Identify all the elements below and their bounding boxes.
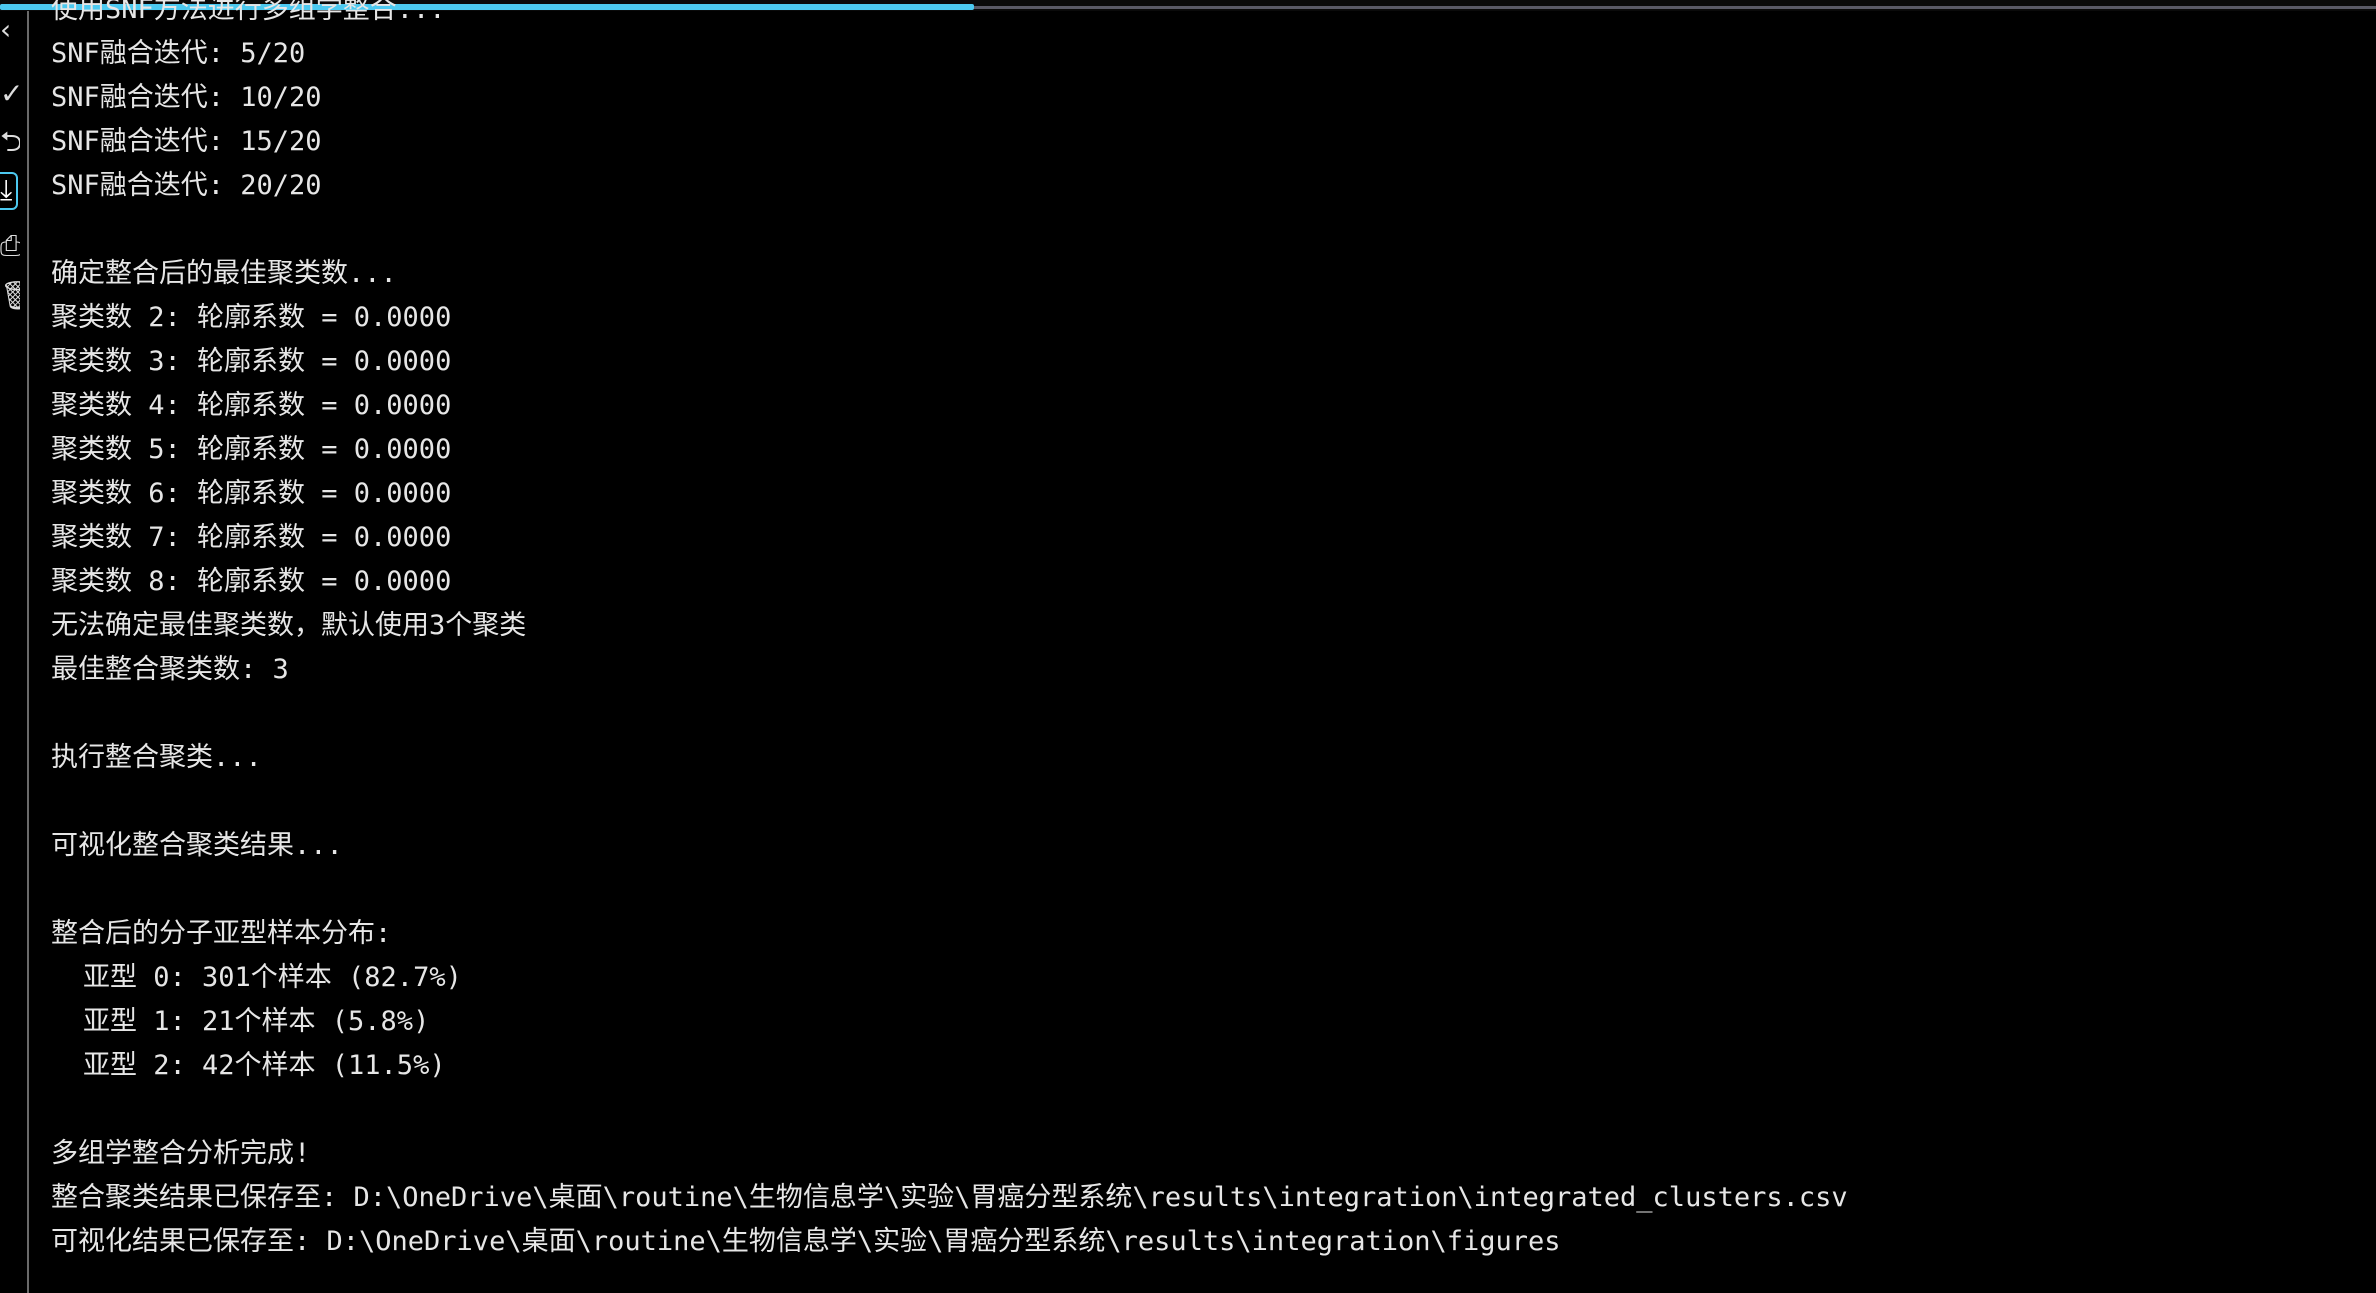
console-line: 亚型 1: 21个样本 (5.8%): [83, 1006, 430, 1037]
console-line: SNF融合迭代: 10/20: [51, 82, 322, 113]
console-line: 聚类数 6: 轮廓系数 = 0.0000: [51, 478, 452, 509]
console-line: 整合后的分子亚型样本分布:: [51, 918, 392, 949]
console-line: 整合聚类结果已保存至: D:\OneDrive\桌面\routine\生物信息学…: [51, 1182, 1848, 1213]
console-line: 聚类数 4: 轮廓系数 = 0.0000: [51, 390, 452, 421]
console-line: 无法确定最佳聚类数，默认使用3个聚类: [51, 610, 527, 641]
chevron-left-icon[interactable]: ‹: [0, 14, 20, 46]
console-line: 聚类数 8: 轮廓系数 = 0.0000: [51, 566, 452, 597]
toolbar-divider: [27, 11, 29, 1293]
trash-icon[interactable]: 🗑: [0, 280, 20, 312]
console-line: SNF融合迭代: 15/20: [51, 126, 322, 157]
console-line: SNF融合迭代: 5/20: [51, 38, 306, 69]
console-line: 多组学整合分析完成!: [51, 1138, 311, 1169]
console-output[interactable]: 使用SNF方法进行多组学整合... SNF融合迭代: 5/20 SNF融合迭代: 1…: [51, 0, 2351, 1293]
scroll-to-end-icon[interactable]: ⤓: [0, 172, 18, 210]
console-line: 可视化整合聚类结果...: [51, 830, 343, 861]
console-line: 聚类数 5: 轮廓系数 = 0.0000: [51, 434, 452, 465]
console-line: 执行整合聚类...: [51, 742, 262, 773]
console-line: 最佳整合聚类数: 3: [51, 654, 289, 685]
console-line: 聚类数 7: 轮廓系数 = 0.0000: [51, 522, 452, 553]
console-line: 使用SNF方法进行多组学整合...: [51, 0, 446, 25]
wrap-icon[interactable]: ⮌: [0, 126, 20, 158]
console-line: 确定整合后的最佳聚类数...: [51, 258, 397, 289]
console-line: SNF融合迭代: 20/20: [51, 170, 322, 201]
console-line: 聚类数 3: 轮廓系数 = 0.0000: [51, 346, 452, 377]
console-line: 聚类数 2: 轮廓系数 = 0.0000: [51, 302, 452, 333]
console-line: 亚型 2: 42个样本 (11.5%): [83, 1050, 446, 1081]
console-line: 亚型 0: 301个样本 (82.7%): [83, 962, 462, 993]
console-line: 可视化结果已保存至: D:\OneDrive\桌面\routine\生物信息学\…: [51, 1226, 1561, 1257]
print-icon[interactable]: ⎙: [0, 230, 20, 262]
check-icon[interactable]: ✓: [0, 78, 20, 110]
